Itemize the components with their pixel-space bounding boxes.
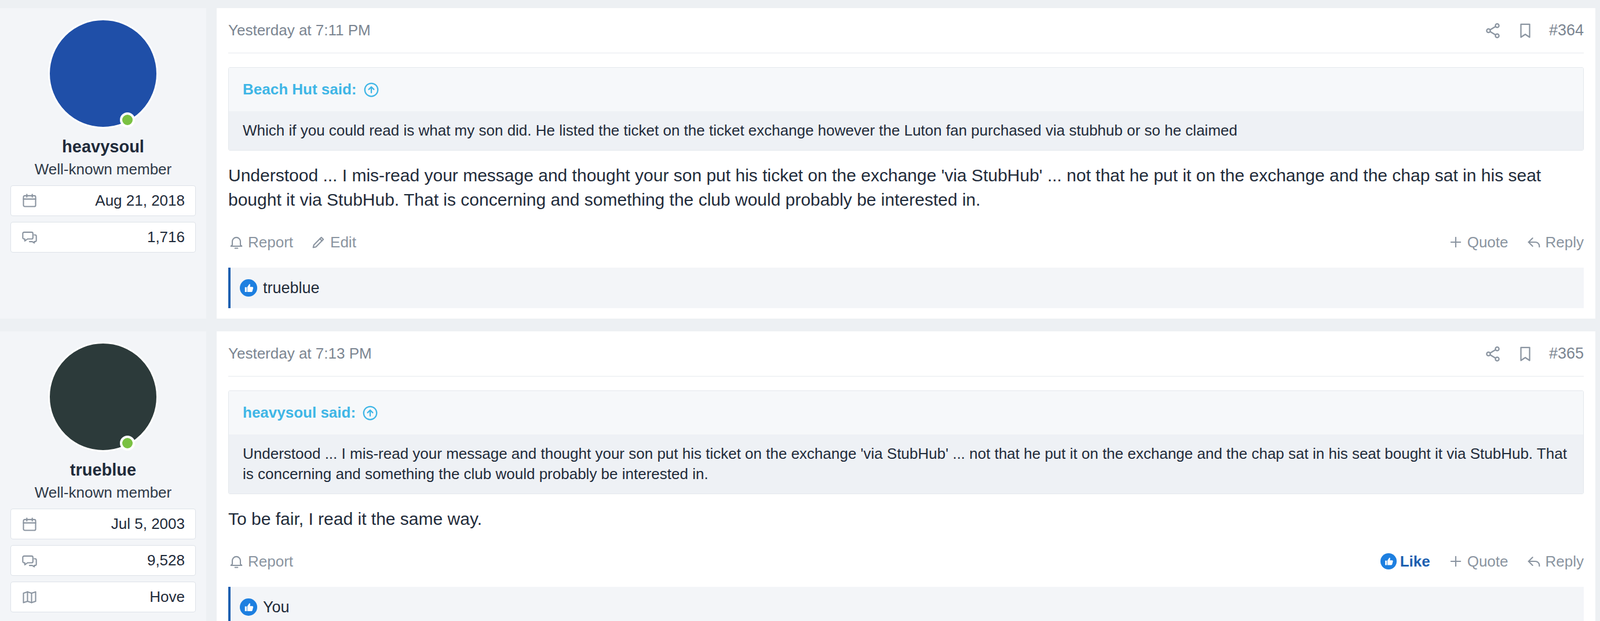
message-body: Understood ... I mis-read your message a…	[228, 163, 1584, 213]
like-label[interactable]: Like	[1400, 550, 1431, 573]
location: Hove	[10, 581, 196, 613]
jump-up-icon	[361, 404, 379, 422]
reply-label[interactable]: Reply	[1545, 550, 1584, 573]
user-sidebar: heavysoul Well-known member Aug 21, 2018 1,…	[0, 8, 207, 319]
message-count: 1,716	[10, 221, 196, 253]
share-icon	[1484, 345, 1502, 363]
quote-author[interactable]: heavysoul said:	[242, 401, 356, 425]
message-actions: Report Edit Quote Reply	[228, 229, 1584, 255]
share-icon	[1484, 22, 1502, 40]
message-count-value: 1,716	[147, 225, 185, 249]
user-title: Well-known member	[34, 483, 172, 502]
like-button[interactable]: Like	[1380, 550, 1431, 573]
like-reaction-icon	[239, 279, 258, 297]
message: Yesterday at 7:11 PM #364 Beach Hut said: W…	[216, 8, 1596, 319]
message-body: To be fair, I read it the same way.	[228, 506, 1584, 532]
report-button[interactable]: Report	[228, 550, 294, 573]
bookmark-icon	[1516, 345, 1534, 363]
message-header: Yesterday at 7:13 PM #365	[228, 331, 1584, 377]
quote-text: Understood ... I mis-read your message a…	[228, 434, 1584, 494]
edit-icon	[310, 234, 327, 251]
quote-block: heavysoul said: Understood ... I mis-read…	[228, 390, 1584, 495]
reaction-users[interactable]: trueblue	[262, 276, 320, 301]
actions_right: Quote Reply	[1447, 231, 1584, 254]
edit-label[interactable]: Edit	[330, 231, 357, 254]
actions_left: Report Edit	[228, 231, 357, 254]
bookmark-icon	[1516, 22, 1534, 40]
messages-icon	[21, 552, 38, 569]
post-number[interactable]: #364	[1549, 18, 1584, 43]
location-value: Hove	[149, 585, 185, 609]
like-icon	[1380, 553, 1397, 570]
user-stats: Aug 21, 2018 1,716	[10, 185, 196, 253]
avatar[interactable]	[48, 341, 159, 452]
post-time[interactable]: Yesterday at 7:13 PM	[228, 342, 372, 365]
header-tools: #364	[1484, 18, 1584, 43]
reply-button[interactable]: Reply	[1525, 231, 1584, 254]
quote-author[interactable]: Beach Hut said:	[242, 78, 357, 101]
quote-icon	[1447, 553, 1464, 570]
joined-date-value: Jul 5, 2003	[111, 512, 185, 536]
actions_left: Report	[228, 550, 294, 573]
quote-icon	[1447, 234, 1464, 251]
message: Yesterday at 7:13 PM #365 heavysoul said: U…	[216, 331, 1596, 621]
reply-button[interactable]: Reply	[1525, 550, 1584, 573]
reaction-users[interactable]: You	[262, 595, 290, 620]
quote-button[interactable]: Quote	[1447, 550, 1509, 573]
actions_right: Like Quote Reply	[1380, 550, 1584, 573]
joined-date: Jul 5, 2003	[10, 508, 196, 540]
map-icon	[21, 589, 38, 606]
report-icon	[228, 234, 245, 251]
reactions-bar: trueblue	[228, 267, 1584, 309]
message-count-value: 9,528	[147, 549, 185, 572]
message-count: 9,528	[10, 545, 196, 576]
quote-label[interactable]: Quote	[1467, 231, 1509, 254]
avatar-image	[48, 341, 159, 452]
username[interactable]: heavysoul	[61, 136, 145, 157]
reply-icon	[1525, 234, 1543, 251]
like-reaction-icon	[239, 598, 258, 616]
report-icon	[228, 553, 245, 570]
user-title: Well-known member	[34, 160, 172, 179]
calendar-icon	[21, 516, 38, 533]
joined-date-value: Aug 21, 2018	[95, 189, 185, 213]
post-number[interactable]: #365	[1549, 341, 1584, 366]
report-label[interactable]: Report	[247, 550, 294, 573]
message-header: Yesterday at 7:11 PM #364	[228, 8, 1584, 54]
online-status	[119, 435, 135, 451]
quote-header: heavysoul said:	[228, 391, 1584, 435]
username[interactable]: trueblue	[70, 459, 137, 481]
post: heavysoul Well-known member Aug 21, 2018 1,…	[0, 8, 1600, 319]
user-stats: Jul 5, 2003 9,528 Hove	[10, 508, 196, 613]
post: trueblue Well-known member Jul 5, 2003 9,52…	[0, 331, 1600, 621]
quote-header: Beach Hut said:	[228, 67, 1584, 112]
quote-button[interactable]: Quote	[1447, 231, 1509, 254]
online-status	[119, 112, 135, 128]
quote-text: Which if you could read is what my son d…	[228, 111, 1584, 151]
message-actions: Report Like Quote Reply	[228, 548, 1584, 575]
joined-date: Aug 21, 2018	[10, 185, 196, 217]
reactions-bar: You	[228, 586, 1584, 621]
quote-label[interactable]: Quote	[1467, 550, 1509, 573]
avatar-image	[48, 18, 159, 129]
quote-block: Beach Hut said: Which if you could read i…	[228, 67, 1584, 151]
avatar[interactable]	[48, 18, 159, 129]
user-sidebar: trueblue Well-known member Jul 5, 2003 9,52…	[0, 331, 207, 621]
reply-label[interactable]: Reply	[1545, 231, 1584, 254]
messages-icon	[21, 228, 38, 246]
jump-up-icon	[362, 81, 381, 99]
header-tools: #365	[1484, 341, 1584, 366]
report-button[interactable]: Report	[228, 231, 294, 254]
edit-button[interactable]: Edit	[310, 231, 357, 254]
report-label[interactable]: Report	[247, 231, 294, 254]
reply-icon	[1525, 553, 1543, 570]
post-time[interactable]: Yesterday at 7:11 PM	[228, 19, 371, 42]
calendar-icon	[21, 192, 38, 209]
